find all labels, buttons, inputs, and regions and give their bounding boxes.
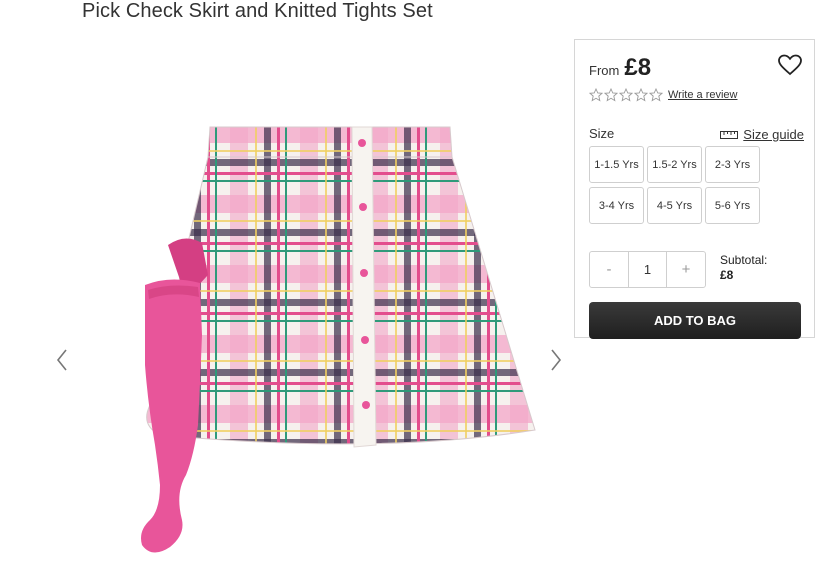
ruler-icon bbox=[720, 130, 739, 139]
size-option[interactable]: 3-4 Yrs bbox=[589, 187, 644, 224]
size-guide-label: Size guide bbox=[743, 127, 804, 142]
star-icon bbox=[619, 88, 633, 102]
size-options: 1-1.5 Yrs 1.5-2 Yrs 2-3 Yrs 3-4 Yrs 4-5 … bbox=[589, 146, 779, 228]
quantity-stepper: - + bbox=[589, 251, 706, 288]
size-option[interactable]: 1-1.5 Yrs bbox=[589, 146, 644, 183]
star-icon bbox=[649, 88, 663, 102]
price-value: £8 bbox=[624, 54, 652, 81]
size-label: Size bbox=[589, 126, 615, 141]
product-image bbox=[141, 126, 536, 553]
price: From £8 bbox=[589, 54, 651, 82]
increase-quantity-button[interactable]: + bbox=[667, 252, 705, 287]
price-from-label: From bbox=[589, 63, 620, 78]
subtotal-value: £8 bbox=[720, 268, 734, 282]
add-to-bag-button[interactable]: ADD TO BAG bbox=[589, 302, 801, 339]
write-review-link[interactable]: Write a review bbox=[668, 89, 737, 101]
size-option[interactable]: 5-6 Yrs bbox=[705, 187, 760, 224]
purchase-panel: From £8 Write a review Size Size guide 1… bbox=[574, 39, 815, 339]
product-gallery bbox=[40, 40, 580, 564]
star-icon bbox=[604, 88, 618, 102]
star-icon bbox=[634, 88, 648, 102]
page-title: Pick Check Skirt and Knitted Tights Set bbox=[82, 0, 433, 22]
subtotal-label: Subtotal: bbox=[720, 253, 768, 267]
heart-icon[interactable] bbox=[778, 54, 802, 76]
star-icon bbox=[589, 88, 603, 102]
chevron-left-icon bbox=[56, 349, 67, 371]
rating: Write a review bbox=[589, 88, 737, 102]
previous-image-button[interactable] bbox=[50, 340, 74, 380]
quantity-input[interactable] bbox=[628, 252, 667, 287]
decrease-quantity-button[interactable]: - bbox=[590, 252, 628, 287]
size-option[interactable]: 4-5 Yrs bbox=[647, 187, 702, 224]
size-option[interactable]: 1.5-2 Yrs bbox=[647, 146, 702, 183]
size-guide-link[interactable]: Size guide bbox=[720, 127, 804, 142]
subtotal: Subtotal: £8 bbox=[720, 253, 767, 283]
chevron-right-icon bbox=[551, 349, 562, 371]
next-image-button[interactable] bbox=[544, 340, 568, 380]
size-option[interactable]: 2-3 Yrs bbox=[705, 146, 760, 183]
